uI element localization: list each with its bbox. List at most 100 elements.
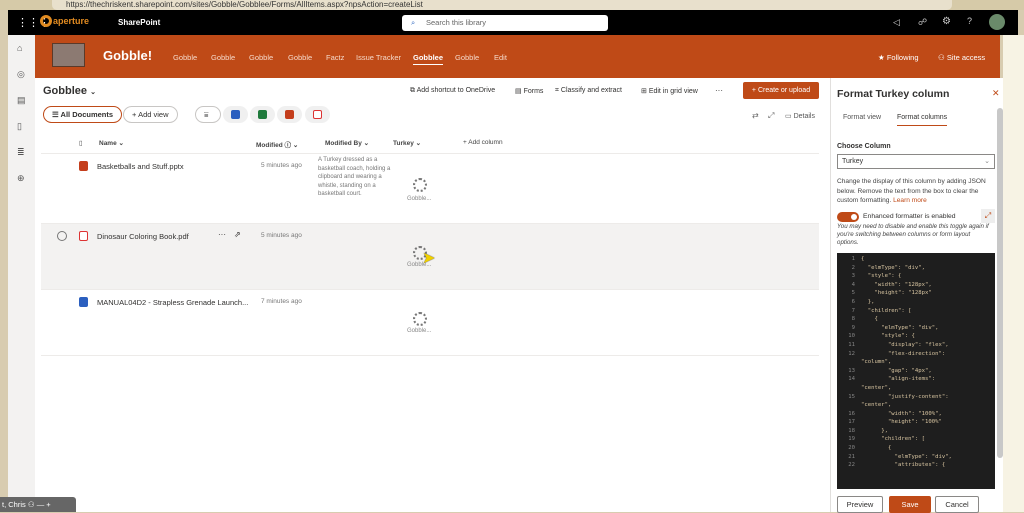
- following-button[interactable]: ★ Following: [878, 53, 919, 62]
- news-icon[interactable]: ▤: [17, 95, 26, 106]
- file-name[interactable]: MANUAL04D2 - Strapless Grenade Launch...: [97, 298, 248, 307]
- nav-gobble[interactable]: Gobble: [211, 53, 235, 62]
- line-number: 4: [851, 281, 855, 288]
- tab-format-columns[interactable]: Format columns: [897, 114, 948, 126]
- add-column-button[interactable]: + Add column: [463, 139, 503, 146]
- table-row[interactable]: MANUAL04D2 - Strapless Grenade Launch...…: [41, 290, 819, 356]
- address-bar[interactable]: https://thechriskent.sharepoint.com/site…: [52, 0, 952, 10]
- minus-icon[interactable]: —: [37, 500, 45, 509]
- code-line: 5 "height": "128px": [837, 289, 995, 298]
- filter-settings-icon[interactable]: ⇄: [752, 111, 759, 120]
- forms-button[interactable]: ▤ Forms: [515, 87, 543, 95]
- nav-gobblee-active[interactable]: Gobblee: [413, 53, 444, 65]
- learn-more-link[interactable]: Learn more: [893, 197, 927, 204]
- database-icon[interactable]: ≣: [17, 147, 25, 158]
- brand-logo[interactable]: aperture: [53, 16, 89, 26]
- expand-icon[interactable]: ⤢: [768, 111, 774, 121]
- filter-excel[interactable]: [250, 106, 275, 123]
- code-text: "width": "128px",: [861, 281, 932, 288]
- nav-factz[interactable]: Factz: [326, 53, 344, 62]
- table-row[interactable]: Dinosaur Coloring Book.pdf ··· ⇗ 5 minut…: [41, 224, 819, 290]
- help-icon[interactable]: ?: [967, 16, 972, 26]
- people-icon: ⚇: [938, 53, 947, 62]
- library-title[interactable]: Gobblee ⌄: [43, 85, 96, 97]
- code-line: 20 {: [837, 444, 995, 453]
- code-line: "center",: [837, 401, 995, 410]
- expand-editor-icon[interactable]: ⤢: [981, 209, 995, 223]
- table-row[interactable]: Basketballs and Stuff.pptx 5 minutes ago…: [41, 154, 819, 224]
- column-name[interactable]: Name ⌄: [99, 139, 124, 147]
- home-icon[interactable]: ⌂: [17, 43, 22, 53]
- details-button[interactable]: ▭ Details: [785, 112, 815, 120]
- turkey-value: Gobble...: [407, 328, 432, 334]
- powerpoint-icon: [285, 110, 294, 119]
- share-icon[interactable]: ☍: [918, 17, 927, 28]
- add-view-button[interactable]: + Add view: [123, 106, 178, 123]
- gear-icon[interactable]: ⚙: [942, 16, 951, 27]
- nav-gobble[interactable]: Gobble: [249, 53, 273, 62]
- preview-button[interactable]: Preview: [837, 496, 883, 513]
- edit-grid-view-button[interactable]: ⊞ Edit in grid view: [641, 87, 698, 95]
- create-upload-button[interactable]: + Create or upload: [743, 82, 819, 99]
- code-line: 4 "width": "128px",: [837, 281, 995, 290]
- line-number: 5: [851, 290, 855, 297]
- file-icon[interactable]: ▯: [17, 121, 22, 132]
- nav-gobble[interactable]: Gobble: [455, 53, 479, 62]
- row-select-checkbox[interactable]: [57, 231, 67, 241]
- code-text: "elmType": "div",: [861, 453, 952, 460]
- add-icon[interactable]: ⊕: [17, 173, 25, 184]
- classify-extract-button[interactable]: ⌗ Classify and extract: [555, 87, 622, 95]
- site-access-button[interactable]: ⚇ Site access: [938, 53, 985, 62]
- site-logo[interactable]: [52, 43, 85, 67]
- code-text: {: [861, 445, 892, 452]
- site-title[interactable]: Gobble!: [103, 48, 152, 63]
- brand-logo-icon: [40, 15, 52, 27]
- nav-gobble[interactable]: Gobble: [288, 53, 312, 62]
- line-number: 21: [848, 453, 855, 460]
- app-name[interactable]: SharePoint: [118, 18, 160, 27]
- megaphone-icon[interactable]: ◁: [893, 17, 900, 28]
- nav-issue-tracker[interactable]: Issue Tracker: [356, 53, 401, 62]
- more-commands-button[interactable]: ···: [715, 86, 723, 95]
- globe-icon[interactable]: ◎: [17, 69, 25, 80]
- column-turkey[interactable]: Turkey ⌄: [393, 139, 421, 147]
- cancel-button[interactable]: Cancel: [935, 496, 979, 513]
- filter-button[interactable]: ⩸: [195, 106, 221, 123]
- filter-word[interactable]: [223, 106, 248, 123]
- file-name[interactable]: Basketballs and Stuff.pptx: [97, 162, 184, 171]
- more-actions-icon[interactable]: ···: [218, 230, 226, 239]
- line-number: 14: [848, 376, 855, 383]
- file-type-icon: ▯: [79, 140, 83, 147]
- add-shortcut-button[interactable]: ⧉ Add shortcut to OneDrive: [410, 87, 495, 95]
- close-icon[interactable]: ✕: [992, 88, 1000, 99]
- file-name[interactable]: Dinosaur Coloring Book.pdf: [97, 232, 189, 241]
- choose-column-dropdown[interactable]: Turkey ⌄: [837, 154, 995, 169]
- column-modified-by[interactable]: Modified By ⌄: [325, 139, 369, 147]
- save-button[interactable]: Save: [889, 496, 931, 513]
- help-text: Change the display of this column by add…: [837, 177, 993, 206]
- json-code-editor[interactable]: 1{2 "elmType": "div", 3 "style": {4 "widt…: [837, 253, 995, 489]
- search-input[interactable]: ⌕ Search this library: [402, 15, 608, 31]
- code-text: "center",: [861, 384, 892, 391]
- nav-gobble[interactable]: Gobble: [173, 53, 197, 62]
- tab-format-view[interactable]: Format view: [843, 114, 881, 121]
- filter-powerpoint[interactable]: [277, 106, 302, 123]
- filter-pdf[interactable]: [305, 106, 330, 123]
- share-icon[interactable]: ⇗: [234, 230, 241, 239]
- view-all-documents[interactable]: ☰ All Documents: [43, 106, 123, 123]
- column-modified[interactable]: Modified ⓘ ⌄: [256, 139, 298, 149]
- line-number: 9: [851, 324, 855, 331]
- add-view-label: Add view: [138, 110, 169, 119]
- code-text: },: [861, 298, 875, 305]
- taskbar-chip[interactable]: t, Chris ⚇ — +: [0, 497, 76, 512]
- line-number: 22: [848, 462, 855, 469]
- code-text: "width": "100%",: [861, 410, 942, 417]
- plus-icon[interactable]: +: [46, 500, 50, 509]
- code-line: 7 "children": [: [837, 307, 995, 316]
- details-label: Details: [793, 113, 815, 120]
- nav-edit[interactable]: Edit: [494, 53, 507, 62]
- following-label: Following: [886, 53, 919, 62]
- code-line: 10 "style": {: [837, 332, 995, 341]
- avatar[interactable]: [989, 14, 1005, 30]
- enhanced-formatter-toggle[interactable]: [837, 212, 859, 222]
